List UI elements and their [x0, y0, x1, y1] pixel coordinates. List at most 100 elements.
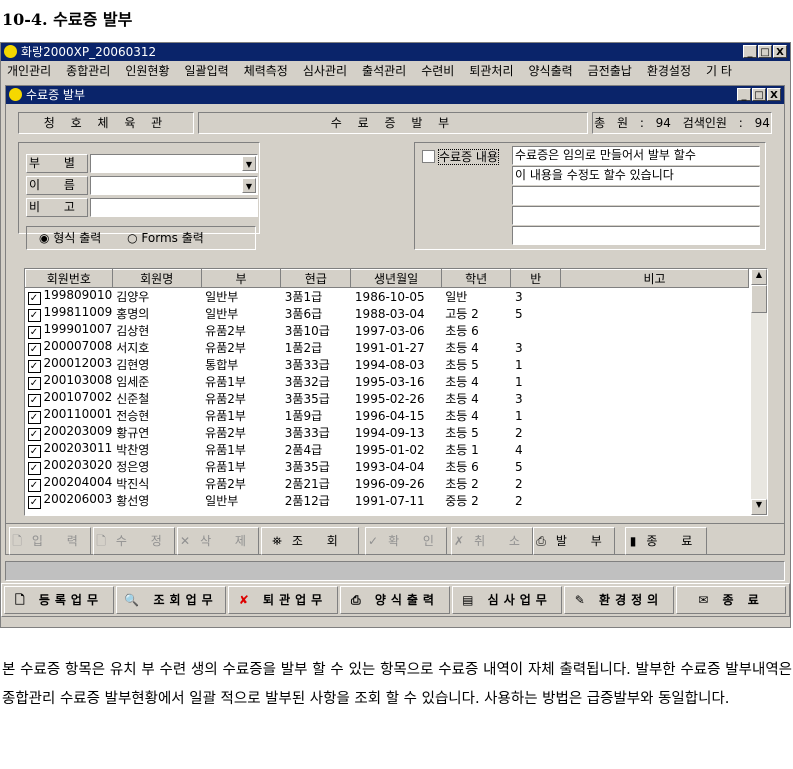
toolbar-button[interactable]: ✓확 인 — [365, 527, 447, 555]
menu-item[interactable]: 개인관리 — [7, 61, 51, 81]
table-row[interactable]: ✓ 200206003 황선영 일반부 2품12급 1991-07-11 중등 2 2 — [26, 492, 749, 509]
row-checkbox[interactable]: ✓ — [27, 360, 41, 373]
cell-0: ✓ 200103008 — [26, 373, 112, 390]
certificate-line-input[interactable]: 수료증은 임의로 만들어서 발부 할수 — [512, 146, 760, 165]
child-maximize-button[interactable]: □ — [752, 88, 766, 101]
row-checkbox[interactable]: ✓ — [27, 377, 41, 390]
name-select[interactable]: ▼ — [90, 176, 258, 195]
menu-item[interactable]: 일괄입력 — [185, 61, 229, 81]
scroll-up-arrow-icon[interactable]: ▲ — [751, 269, 767, 285]
table-row[interactable]: ✓ 200203020 정은영 유품1부 3품35급 1993-04-04 초등 6 5 — [26, 458, 749, 475]
table-row[interactable]: ✓ 200203011 박찬영 유품1부 2품4급 1995-01-02 초등 1 4 — [26, 441, 749, 458]
maximize-button[interactable]: □ — [758, 45, 772, 58]
menu-bar: 개인관리 종합관리 인원현황 일괄입력 체력측정 심사관리 출석관리 수련비 퇴관처리 양식출력 금… — [1, 61, 790, 81]
table-row[interactable]: ✓ 200007008 서지호 유품2부 1품2급 1991-01-27 초등 4 3 — [26, 339, 749, 356]
toolbar-button[interactable]: ✕삭 제 — [177, 527, 259, 555]
cell-2: 유품2부 — [205, 392, 246, 406]
menu-item[interactable]: 환경설정 — [647, 61, 691, 81]
radio-format-output[interactable]: ◉ 형식 출력 — [39, 231, 101, 245]
certificate-line-input[interactable] — [512, 226, 760, 245]
row-checkbox[interactable]: ✓ — [27, 496, 41, 509]
menu-item[interactable]: 금전출납 — [588, 61, 632, 81]
toolbar-button[interactable]: ▮종 료 — [625, 527, 707, 555]
certificate-checkbox[interactable]: 수료증 내용 — [422, 148, 500, 165]
table-row[interactable]: ✓ 200203009 황규연 유품2부 3품33급 1994-09-13 초등 5 2 — [26, 424, 749, 441]
row-checkbox[interactable]: ✓ — [27, 445, 41, 458]
child-close-button[interactable]: X — [767, 88, 781, 101]
menu-item[interactable]: 인원현황 — [125, 61, 169, 81]
menu-item[interactable]: 출석관리 — [362, 61, 406, 81]
column-header[interactable]: 비고 — [559, 269, 750, 288]
row-checkbox[interactable]: ✓ — [27, 428, 41, 441]
row-checkbox[interactable]: ✓ — [27, 479, 41, 492]
table-row[interactable]: ✓ 200110001 전승현 유품1부 1품9급 1996-04-15 초등 4 1 — [26, 407, 749, 424]
table-row[interactable]: ✓ 199809010 김양우 일반부 3품1급 1986-10-05 일반 3 — [26, 288, 749, 305]
row-checkbox[interactable]: ✓ — [27, 326, 41, 339]
column-header[interactable]: 생년월일 — [350, 269, 442, 288]
menu-item[interactable]: 체력측정 — [244, 61, 288, 81]
cell-6: 5 — [514, 459, 523, 474]
cell-1: 정은영 — [116, 460, 150, 474]
scroll-down-arrow-icon[interactable]: ▼ — [751, 499, 767, 515]
chevron-down-icon[interactable]: ▼ — [242, 178, 256, 193]
nav-button[interactable]: ⎙ 양식출력 — [340, 586, 450, 614]
toolbar-button[interactable]: 🗋수 정 — [93, 527, 175, 555]
cell-2: 일반부 — [205, 290, 239, 304]
certificate-line-input[interactable]: 이 내용을 수정도 할수 있습니다 — [512, 166, 760, 185]
table-row[interactable]: ✓ 199811009 홍명의 일반부 3품6급 1988-03-04 고등 2 5 — [26, 305, 749, 322]
chevron-down-icon[interactable]: ▼ — [242, 156, 256, 171]
cell-7 — [560, 390, 748, 407]
table-row[interactable]: ✓ 200107002 신준철 유품2부 3품35급 1995-02-26 초등 4 3 — [26, 390, 749, 407]
column-header[interactable]: 부 — [200, 269, 282, 288]
toolbar-button[interactable]: ⛯조 회 — [261, 527, 359, 555]
toolbar-button[interactable]: 🗋입 력 — [9, 527, 91, 555]
nav-button[interactable]: 🗋 등록업무 — [4, 586, 114, 614]
nav-button[interactable]: ✉ 종 료 — [676, 586, 786, 614]
note-input[interactable] — [90, 198, 258, 217]
table-row[interactable]: ✓ 200012003 김현영 통합부 3품33급 1994-08-03 초등 5 1 — [26, 356, 749, 373]
column-header[interactable]: 반 — [510, 269, 561, 288]
member-table: 회원번호 회원명 부 현급 생년월일 학년 반 비고 ✓ 199809010 김양우 일반부 3품1급 1… — [24, 268, 768, 516]
menu-item[interactable]: 수련비 — [421, 61, 454, 81]
row-checkbox[interactable]: ✓ — [27, 343, 41, 356]
menu-item[interactable]: 양식출력 — [529, 61, 573, 81]
vertical-scrollbar[interactable]: ▲ ▼ — [751, 269, 767, 515]
toolbar-button[interactable]: ⎙발 부 — [533, 527, 615, 555]
child-titlebar: 수료증 발부 _ □ X — [6, 86, 784, 104]
nav-button[interactable]: ✎ 환경정의 — [564, 586, 674, 614]
menu-item[interactable]: 퇴관처리 — [469, 61, 513, 81]
column-header[interactable]: 현급 — [280, 269, 352, 288]
scroll-thumb[interactable] — [751, 285, 767, 313]
menu-item[interactable]: 종합관리 — [66, 61, 110, 81]
row-checkbox[interactable]: ✓ — [27, 309, 41, 322]
column-header[interactable]: 학년 — [440, 269, 512, 288]
certificate-line-input[interactable] — [512, 206, 760, 225]
row-checkbox[interactable]: ✓ — [27, 292, 41, 305]
certificate-line-input[interactable] — [512, 186, 760, 205]
cell-3: 2품12급 — [284, 494, 330, 508]
row-checkbox[interactable]: ✓ — [27, 462, 41, 475]
radio-forms-output[interactable]: ○ Forms 출력 — [127, 231, 204, 245]
nav-button[interactable]: ▤ 심사업무 — [452, 586, 562, 614]
toolbar-button[interactable]: ✗취 소 — [451, 527, 533, 555]
printer-icon: ⎙ — [536, 534, 556, 548]
row-checkbox[interactable]: ✓ — [27, 394, 41, 407]
child-minimize-button[interactable]: _ — [737, 88, 751, 101]
cell-7 — [560, 373, 748, 390]
close-button[interactable]: X — [773, 45, 787, 58]
cell-1: 전승현 — [116, 409, 150, 423]
table-row[interactable]: ✓ 199901007 김상현 유품2부 3품10급 1997-03-06 초등 6 — [26, 322, 749, 339]
dept-select[interactable]: ▼ — [90, 154, 258, 173]
column-header[interactable]: 회원명 — [111, 269, 202, 288]
nav-button[interactable]: 🔍 조회업무 — [116, 586, 226, 614]
table-row[interactable]: ✓ 200204004 박진식 유품2부 2품21급 1996-09-26 초등 2 2 — [26, 475, 749, 492]
cell-0: ✓ 200206003 — [26, 492, 112, 509]
column-header[interactable]: 회원번호 — [25, 269, 113, 288]
row-checkbox[interactable]: ✓ — [27, 411, 41, 424]
nav-button[interactable]: ✘ 퇴관업무 — [228, 586, 338, 614]
minimize-button[interactable]: _ — [743, 45, 757, 58]
menu-item[interactable]: 기 타 — [706, 61, 732, 81]
app-window: 화랑2000XP_20060312 _ □ X 개인관리 종합관리 인원현황 일괄입력 체력… — [0, 42, 791, 628]
table-row[interactable]: ✓ 200103008 임세준 유품1부 3품32급 1995-03-16 초등 4 1 — [26, 373, 749, 390]
menu-item[interactable]: 심사관리 — [303, 61, 347, 81]
